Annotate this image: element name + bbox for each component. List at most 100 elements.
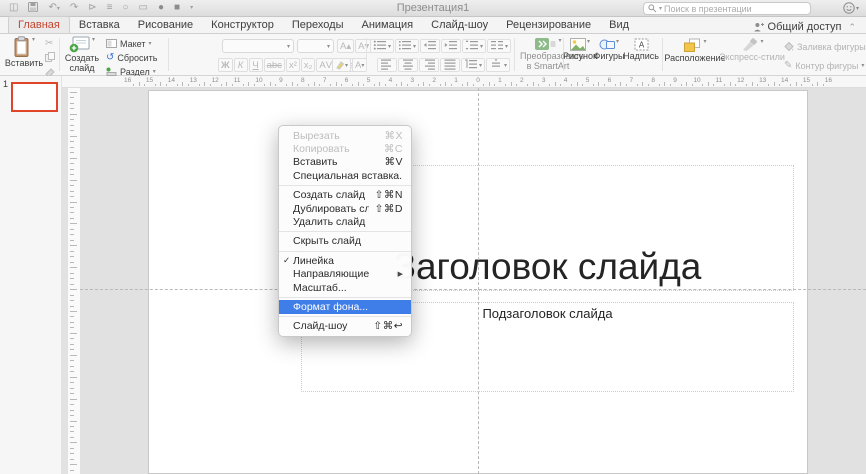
textbox-button[interactable]: А Надпись (623, 38, 659, 62)
paste-caret-icon: ▾ (31, 37, 35, 43)
save-icon[interactable] (28, 1, 39, 15)
arrange-button[interactable]: ▾ Расположение (664, 38, 726, 64)
decrease-indent-button[interactable] (420, 39, 441, 53)
redo-icon[interactable]: ↷ (70, 3, 78, 13)
context-menu-item[interactable]: Слайд-шоу ⇧⌘↩ (279, 320, 411, 333)
numbering-button[interactable]: ▾ (395, 39, 420, 53)
tab-list: Главная Вставка Рисование Конструктор Перехо… (8, 16, 638, 33)
font-size-select[interactable]: ▾ (297, 39, 334, 53)
tab[interactable]: Переходы (283, 17, 353, 33)
ruler-number: 15 (802, 77, 811, 84)
shapes-button[interactable]: ▾ Фигуры (593, 38, 624, 62)
ruler-number: 1 (454, 77, 458, 84)
context-menu-item-label: Масштаб... (293, 281, 347, 294)
quick-styles-label: Экспресс-стили (719, 52, 785, 62)
reset-button[interactable]: ↺ Сбросить (106, 51, 157, 64)
search-box[interactable]: ▾ (643, 2, 811, 15)
increase-indent-button[interactable] (441, 39, 462, 53)
align-right-button[interactable] (419, 58, 439, 72)
tab[interactable]: Рецензирование (497, 17, 600, 33)
feedback-button[interactable]: ▾ (843, 2, 859, 14)
menu-separator (279, 231, 411, 233)
shapes-icon (599, 39, 615, 50)
context-menu-item[interactable]: Создать слайд ⇧⌘N (279, 189, 411, 202)
subscript-button[interactable]: x₂ (300, 58, 316, 72)
layout-button[interactable]: Макет ▾ (106, 37, 157, 50)
italic-button[interactable]: К (233, 58, 248, 72)
ruler-number: 8 (651, 77, 655, 84)
media-icon[interactable]: ▭ (139, 3, 148, 13)
collapse-ribbon-icon[interactable]: ⌃ (846, 22, 858, 33)
share-label: Общий доступ (767, 21, 842, 33)
context-menu-item[interactable]: Масштаб... (279, 281, 411, 294)
tab[interactable]: Слайд-шоу (422, 17, 497, 33)
stop-square-icon[interactable]: ■ (174, 3, 180, 13)
indent-inc-icon (444, 39, 458, 53)
context-menu-item[interactable]: Вырезать ⌘X (279, 129, 411, 142)
spelling-icon[interactable]: ≡ (107, 3, 113, 13)
highlight-color-button[interactable]: ▾ (332, 58, 352, 72)
picture-icon (569, 38, 586, 51)
font-name-select[interactable]: ▾ (222, 39, 294, 53)
context-menu-item[interactable]: Копировать ⌘C (279, 142, 411, 155)
play-from-start-icon[interactable]: ⊳ (88, 3, 96, 13)
new-slide-button[interactable]: ▾ Создать слайд (62, 36, 102, 74)
tab[interactable]: Рисование (129, 17, 202, 33)
search-scope-caret-icon[interactable]: ▾ (659, 5, 662, 12)
columns-button[interactable]: ▾ (487, 39, 512, 53)
increase-font-button[interactable]: А▴ (337, 39, 355, 53)
record-dot-icon[interactable]: ● (158, 3, 164, 13)
strikethrough-button[interactable]: abc (263, 58, 285, 72)
shape-fill-button[interactable]: Заливка фигуры▾ (784, 40, 866, 53)
undo-icon[interactable]: ↶▾ (48, 3, 59, 13)
context-menu-shortcut: ⌘V (384, 156, 403, 169)
title-bar: ◫ ↶▾ ↷ ⊳ ≡ ○ ▭ ● ■ ▾ Презентация1 ▾ ▾ (0, 0, 866, 17)
ruler-number: 8 (300, 77, 305, 84)
underline-button[interactable]: Ч (248, 58, 263, 72)
tab[interactable]: Вид (600, 17, 638, 33)
shape-outline-button[interactable]: ✎ Контур фигуры ▾ (784, 59, 866, 72)
columns-icon (490, 39, 504, 53)
context-menu-item-label: Формат фона... (293, 300, 369, 313)
align-center-button[interactable] (398, 58, 418, 72)
context-menu-item[interactable]: Удалить слайд (279, 215, 411, 228)
context-menu-item[interactable]: Направляющие ▶ (279, 268, 411, 281)
picture-button[interactable]: ▾ Рисунок (563, 38, 597, 62)
text-direction-button[interactable]: ▾ (461, 58, 486, 72)
tab[interactable]: Конструктор (202, 17, 283, 33)
search-input[interactable] (664, 3, 806, 14)
quick-styles-button[interactable]: ▾ Экспресс-стили (719, 38, 785, 63)
cut-icon[interactable]: ✂ (45, 38, 55, 49)
tab[interactable]: Анимация (353, 17, 423, 33)
ruler-number: 12 (737, 77, 745, 84)
ruler-number: 7 (322, 77, 327, 84)
bold-button[interactable]: Ж (218, 58, 233, 72)
justify-button[interactable] (440, 58, 460, 72)
ruler-number: 16 (824, 77, 833, 84)
context-menu-item[interactable]: Скрыть слайд (279, 235, 411, 248)
align-text-button[interactable]: ▾ (486, 58, 511, 72)
superscript-button[interactable]: x² (285, 58, 300, 72)
context-menu-item[interactable]: Вставить ⌘V (279, 156, 411, 169)
tab[interactable]: Вставка (70, 17, 129, 33)
line-spacing-button[interactable]: ▾ (462, 39, 487, 53)
copy-icon[interactable] (45, 52, 55, 65)
slide-number: 1 (3, 79, 9, 89)
ruler-number: 2 (432, 77, 436, 84)
context-menu-item[interactable]: Дублировать слайд ⇧⌘D (279, 202, 411, 215)
slide-thumbnail-selected[interactable] (11, 82, 58, 112)
context-menu-item[interactable]: Формат фона... (279, 300, 411, 314)
shape-oval-icon[interactable]: ○ (122, 3, 128, 13)
share-button[interactable]: Общий доступ (753, 21, 842, 33)
ruler-number: 5 (585, 77, 590, 84)
context-menu-item[interactable]: ✓ Линейка (279, 254, 411, 267)
svg-text:А: А (638, 41, 644, 50)
context-menu-item[interactable]: Специальная вставка... (279, 169, 411, 182)
align-left-button[interactable] (377, 58, 397, 72)
toolbar-options-icon[interactable]: ▾ (190, 5, 193, 11)
tab-active[interactable]: Главная (8, 16, 70, 33)
context-menu-item-label: Копировать (293, 143, 350, 156)
bullets-button[interactable]: ▾ (370, 39, 395, 53)
paste-button[interactable]: ▾ Вставить (5, 36, 43, 69)
sidebar-toggle-icon[interactable]: ◫ (9, 3, 18, 13)
